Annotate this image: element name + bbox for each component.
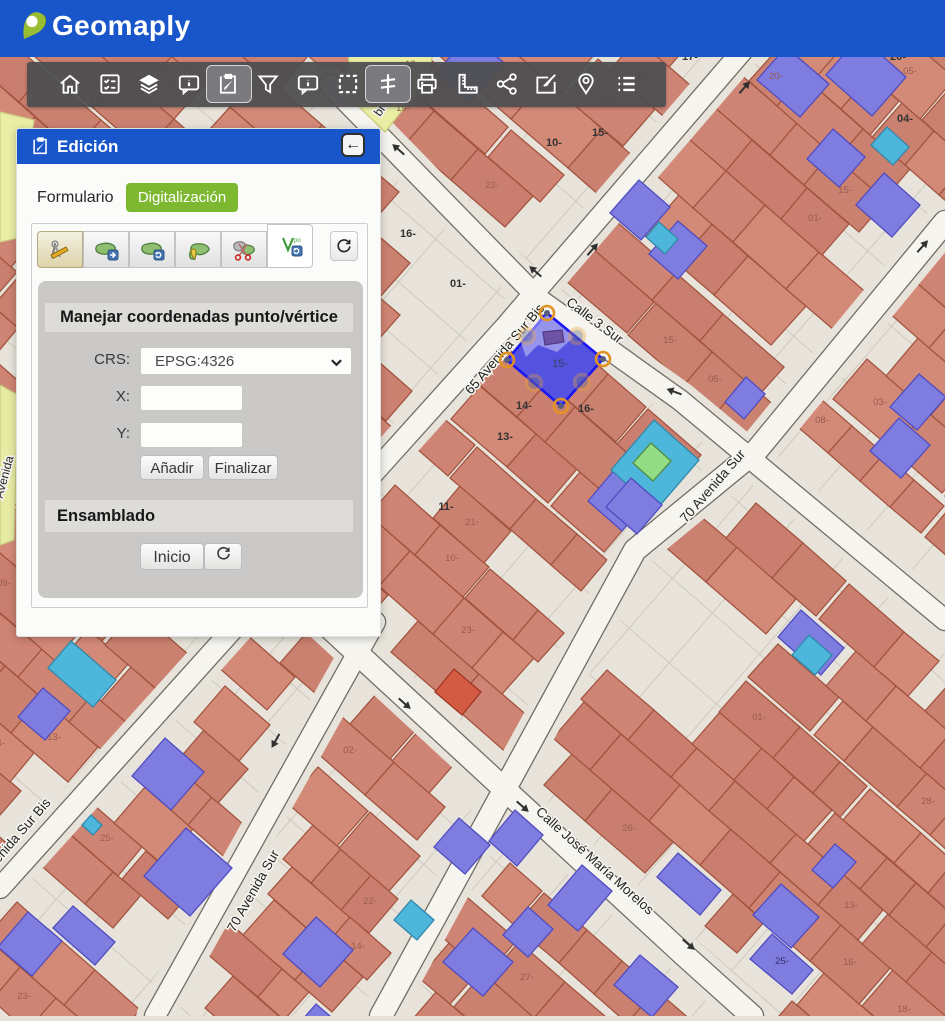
svg-text:23-: 23- (461, 625, 475, 636)
svg-text:13-: 13- (47, 732, 61, 743)
svg-text:23-: 23- (485, 180, 499, 191)
svg-text:03-: 03- (873, 397, 887, 408)
svg-text:26-: 26- (622, 823, 636, 834)
svg-text:18-: 18- (897, 1004, 911, 1015)
svg-text:28-: 28- (921, 796, 935, 807)
svg-text:23-: 23- (17, 991, 31, 1002)
svg-text:27-: 27- (520, 972, 534, 983)
svg-text:10-: 10- (445, 553, 459, 564)
svg-text:14-: 14- (351, 941, 365, 952)
svg-text:26-: 26- (0, 379, 1, 390)
svg-text:25-: 25- (775, 956, 789, 967)
svg-text:15-: 15- (552, 358, 568, 370)
svg-text:13-: 13- (844, 900, 858, 911)
svg-text:14-: 14- (0, 738, 5, 749)
svg-text:05-: 05- (708, 374, 722, 385)
svg-text:13-: 13- (497, 431, 513, 443)
svg-text:16-: 16- (578, 403, 594, 415)
svg-text:14-: 14- (516, 400, 532, 412)
svg-text:11-: 11- (438, 501, 454, 513)
svg-text:01-: 01- (450, 278, 466, 290)
svg-text:16-: 16- (400, 228, 416, 240)
svg-text:25-: 25- (100, 833, 114, 844)
svg-text:02-: 02- (343, 745, 357, 756)
svg-text:15-: 15- (663, 335, 677, 346)
svg-text:22-: 22- (363, 896, 377, 907)
svg-text:01-: 01- (752, 712, 766, 723)
svg-text:04-: 04- (897, 113, 913, 125)
svg-text:po: po (294, 238, 301, 244)
svg-text:10-: 10- (546, 137, 562, 149)
svg-text:05-: 05- (903, 66, 917, 77)
svg-text:21-: 21- (465, 517, 479, 528)
svg-text:15-: 15- (838, 185, 852, 196)
svg-text:09-: 09- (0, 578, 11, 589)
svg-text:20-: 20- (769, 71, 783, 82)
svg-text:08-: 08- (815, 415, 829, 426)
svg-text:15-: 15- (592, 127, 608, 139)
svg-text:01-: 01- (808, 213, 822, 224)
svg-text:16-: 16- (843, 957, 857, 968)
